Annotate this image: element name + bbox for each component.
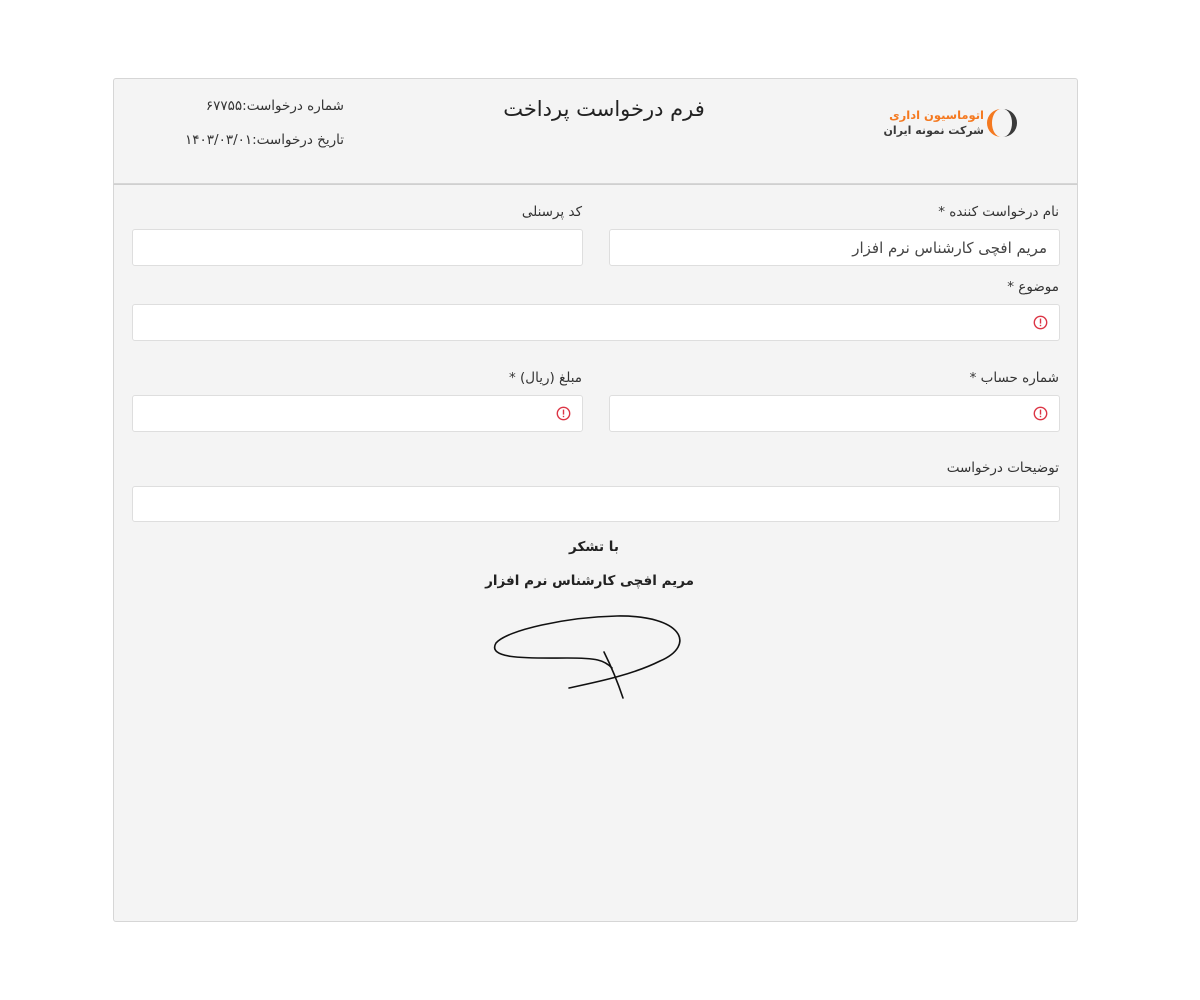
personnel-code-field[interactable] [132,229,583,266]
logo-line-2: شرکت نمونه ایران [883,124,984,137]
account-number-field[interactable] [609,395,1060,432]
form-body: نام درخواست کننده * کد پرسنلی موضوع * شم… [113,184,1078,922]
subject-error-icon [1033,315,1048,330]
amount-label: مبلغ (ریال) * [508,370,582,386]
form-title: فرم درخواست پرداخت [503,97,705,121]
description-field[interactable] [132,486,1060,522]
amount-error-icon [556,406,571,421]
company-logo: اتوماسیون اداری شرکت نمونه ایران [883,104,1021,144]
requester-name-field[interactable] [609,229,1060,266]
account-number-label: شماره حساب * [969,370,1059,386]
account-number-error-icon [1033,406,1048,421]
company-logo-icon [984,106,1020,144]
request-number: شماره درخواست:۶۷۷۵۵ [205,98,344,114]
description-label: توضیحات درخواست [946,460,1059,476]
amount-field[interactable] [132,395,583,432]
requester-name-label: نام درخواست کننده * [938,204,1059,220]
thanks-text: با تشکر [569,539,619,555]
signature-icon [492,610,692,705]
subject-label: موضوع * [1007,279,1059,295]
request-date: تاریخ درخواست:۱۴۰۳/۰۳/۰۱ [185,132,344,148]
logo-text: اتوماسیون اداری شرکت نمونه ایران [883,108,984,138]
personnel-code-label: کد پرسنلی [521,204,582,220]
form-header: اتوماسیون اداری شرکت نمونه ایران فرم درخ… [113,78,1078,184]
subject-field[interactable] [132,304,1060,341]
signer-name: مریم افچی کارشناس نرم افزار [485,573,694,589]
logo-line-1: اتوماسیون اداری [889,108,984,122]
